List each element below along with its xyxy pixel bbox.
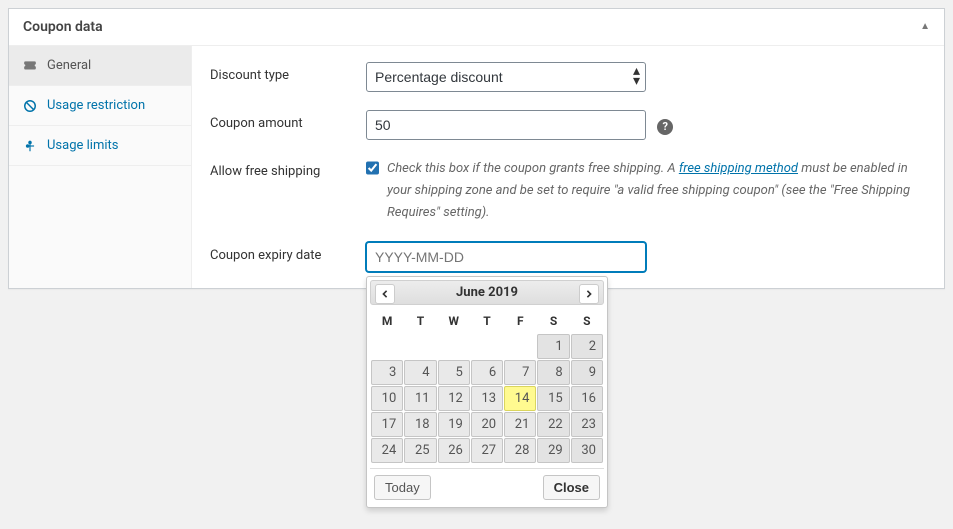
day-cell[interactable]: 10 [371,386,403,411]
day-cell[interactable]: 22 [537,412,569,437]
day-cell[interactable]: 4 [404,360,436,385]
day-cell[interactable]: 27 [471,438,503,463]
free-shipping-checkbox[interactable] [366,160,379,176]
tabs-sidebar: General Usage restriction Usage limits [9,46,192,288]
tab-label: General [47,58,91,73]
tab-label: Usage limits [47,138,118,153]
expiry-date-label: Coupon expiry date [210,242,366,263]
free-shipping-description: Check this box if the coupon grants free… [387,158,926,224]
weekday-header: M [371,309,403,333]
day-cell[interactable]: 7 [504,360,536,385]
expiry-date-input[interactable] [366,242,646,272]
weekday-header: S [571,309,603,333]
ticket-icon [23,59,37,73]
day-cell[interactable]: 26 [438,438,470,463]
day-cell[interactable]: 8 [537,360,569,385]
day-cell[interactable]: 16 [571,386,603,411]
day-cell[interactable]: 13 [471,386,503,411]
free-shipping-method-link[interactable]: free shipping method [679,161,798,176]
ban-icon [23,99,37,113]
weekday-header: W [438,309,470,333]
tab-usage-restriction[interactable]: Usage restriction [9,86,191,126]
weekday-header: T [471,309,503,333]
day-cell[interactable]: 30 [571,438,603,463]
day-cell[interactable]: 24 [371,438,403,463]
today-button[interactable]: Today [374,475,431,500]
day-cell[interactable]: 12 [438,386,470,411]
weekday-header: S [537,309,569,333]
chevron-left-icon [381,290,389,298]
day-cell[interactable]: 15 [537,386,569,411]
tab-content-general: Discount type Percentage discount ▴▾ Cou… [192,46,944,288]
discount-type-label: Discount type [210,62,366,83]
day-cell[interactable]: 1 [537,334,569,359]
panel-body: General Usage restriction Usage limits D… [9,46,944,288]
day-cell[interactable]: 29 [537,438,569,463]
chevron-right-icon [585,290,593,298]
collapse-icon[interactable]: ▲ [920,21,930,32]
tab-usage-limits[interactable]: Usage limits [9,126,191,166]
day-cell[interactable]: 20 [471,412,503,437]
prev-month-button[interactable] [375,284,395,304]
discount-type-select[interactable]: Percentage discount [366,62,646,92]
day-cell[interactable]: 19 [438,412,470,437]
help-icon[interactable]: ? [657,119,673,135]
day-cell[interactable]: 9 [571,360,603,385]
coupon-amount-input[interactable] [366,110,646,140]
day-cell[interactable]: 23 [571,412,603,437]
datepicker-grid: MTWTFSS 12345678910111213141516171819202… [370,308,604,464]
panel-header[interactable]: Coupon data ▲ [9,9,944,46]
tab-label: Usage restriction [47,98,145,113]
day-cell[interactable]: 21 [504,412,536,437]
day-cell[interactable]: 2 [571,334,603,359]
coupon-data-panel: Coupon data ▲ General Usage restriction [8,8,945,289]
datepicker-title: June 2019 [456,285,518,300]
day-cell[interactable]: 17 [371,412,403,437]
day-cell[interactable]: 6 [471,360,503,385]
sliders-icon [23,139,37,153]
panel-title: Coupon data [23,19,103,35]
day-cell[interactable]: 14 [504,386,536,411]
day-cell[interactable]: 25 [404,438,436,463]
weekday-header: T [404,309,436,333]
weekday-header: F [504,309,536,333]
day-cell[interactable]: 3 [371,360,403,385]
coupon-amount-label: Coupon amount [210,110,366,131]
datepicker-header: June 2019 [370,280,604,305]
free-shipping-label: Allow free shipping [210,158,366,179]
next-month-button[interactable] [579,284,599,304]
day-cell[interactable]: 11 [404,386,436,411]
tab-general[interactable]: General [9,46,191,86]
datepicker-popup: June 2019 MTWTFSS 1234567891011121314151… [366,276,608,508]
day-cell[interactable]: 5 [438,360,470,385]
day-cell[interactable]: 28 [504,438,536,463]
day-cell[interactable]: 18 [404,412,436,437]
close-button[interactable]: Close [543,475,600,500]
